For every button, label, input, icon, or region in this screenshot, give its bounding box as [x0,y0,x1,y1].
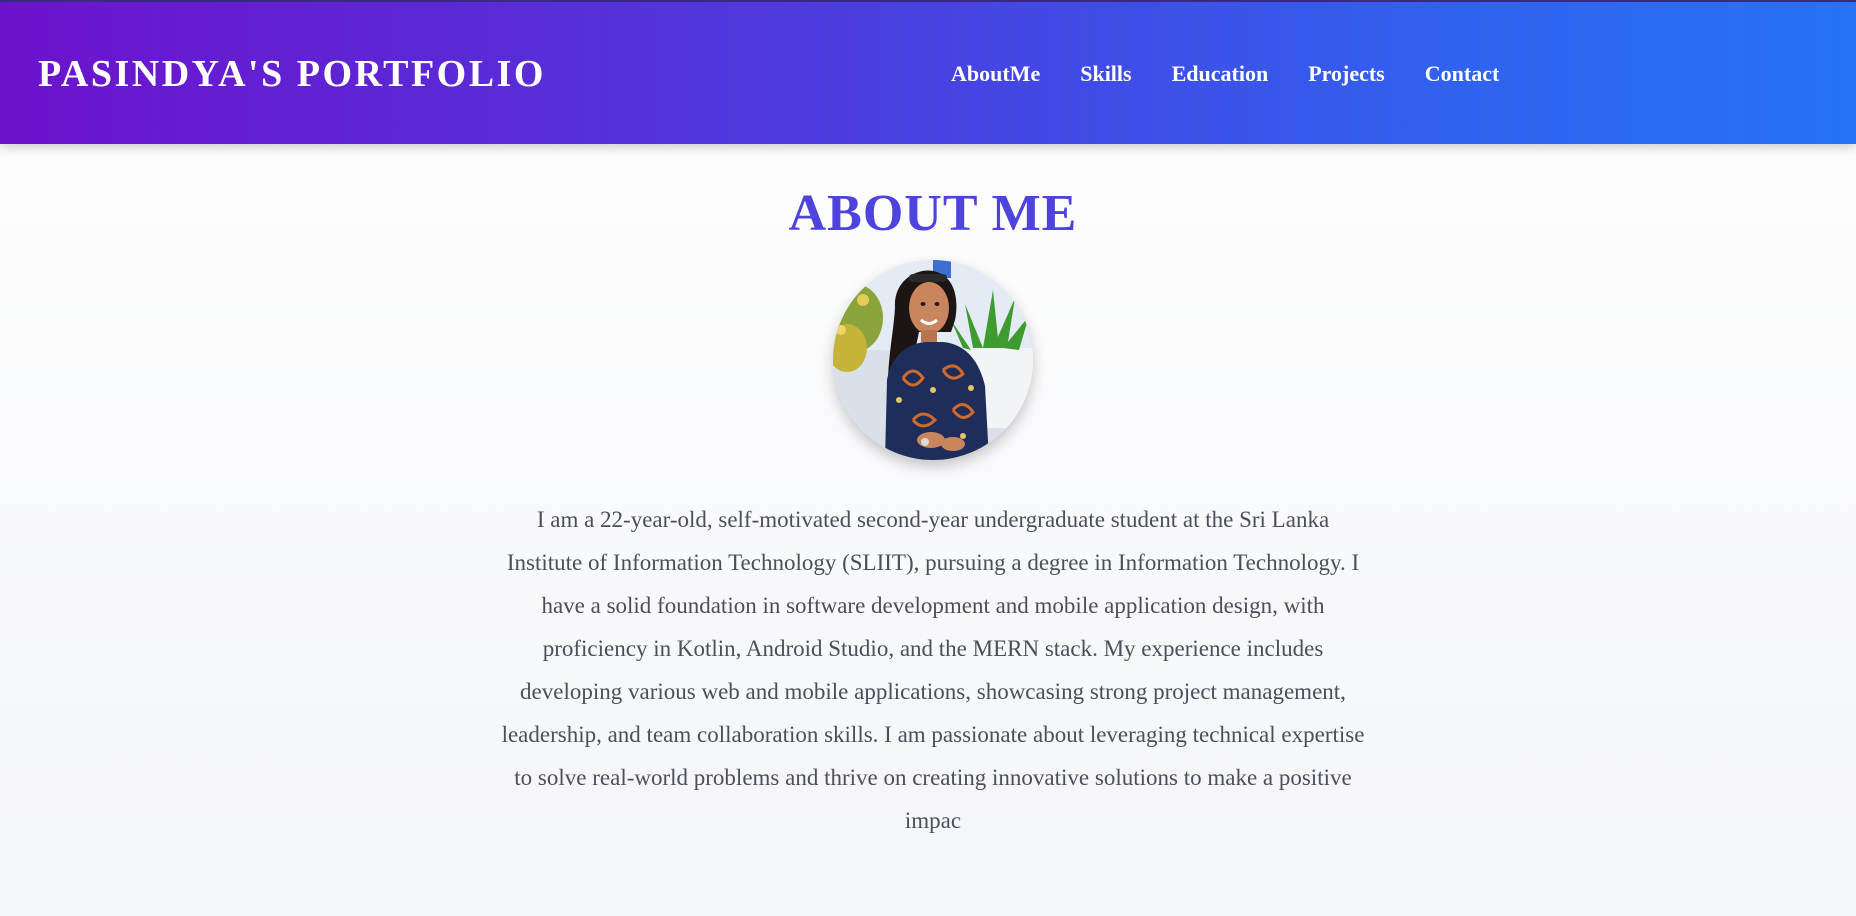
profile-photo-illustration [833,260,1033,460]
site-brand[interactable]: PASINDYA'S PORTFOLIO [38,52,546,96]
nav-link-contact[interactable]: Contact [1425,61,1500,87]
main-nav: AboutMe Skills Education Projects Contac… [951,61,1539,87]
about-bio: I am a 22-year-old, self-motivated secon… [501,507,1365,833]
nav-link-skills[interactable]: Skills [1080,61,1131,87]
section-title: ABOUT ME [788,185,1078,242]
site-header: PASINDYA'S PORTFOLIO AboutMe Skills Educ… [0,0,1856,144]
nav-link-projects[interactable]: Projects [1308,61,1385,87]
about-section: ABOUT ME I am a 22-year-old, self-motiva… [0,144,1856,916]
nav-link-education[interactable]: Education [1172,61,1269,87]
profile-photo [833,260,1033,460]
nav-link-about-me[interactable]: AboutMe [951,61,1040,87]
